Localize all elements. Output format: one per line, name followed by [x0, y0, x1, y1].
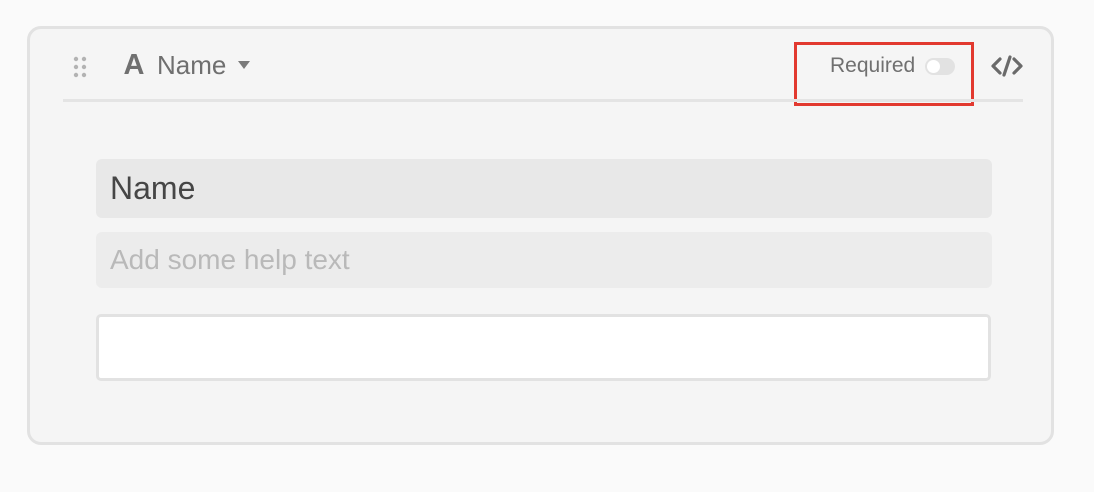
toggle-knob	[927, 59, 941, 73]
code-icon[interactable]	[990, 53, 1024, 79]
field-title-input[interactable]: Name	[96, 159, 992, 218]
field-type-selector[interactable]: A Name	[121, 47, 251, 83]
form-field-card: A Name Required Name Add some help text	[27, 26, 1054, 445]
required-label: Required	[830, 54, 916, 77]
text-type-icon: A	[123, 48, 145, 81]
caret-down-icon	[238, 61, 251, 69]
required-toggle[interactable]	[925, 57, 956, 75]
field-type-label: Name	[157, 49, 227, 80]
header-divider	[63, 99, 1023, 102]
help-text-input[interactable]: Add some help text	[96, 232, 992, 288]
answer-preview-input[interactable]	[96, 314, 991, 381]
required-setting: Required	[830, 51, 956, 81]
drag-handle-icon[interactable]	[71, 56, 91, 78]
